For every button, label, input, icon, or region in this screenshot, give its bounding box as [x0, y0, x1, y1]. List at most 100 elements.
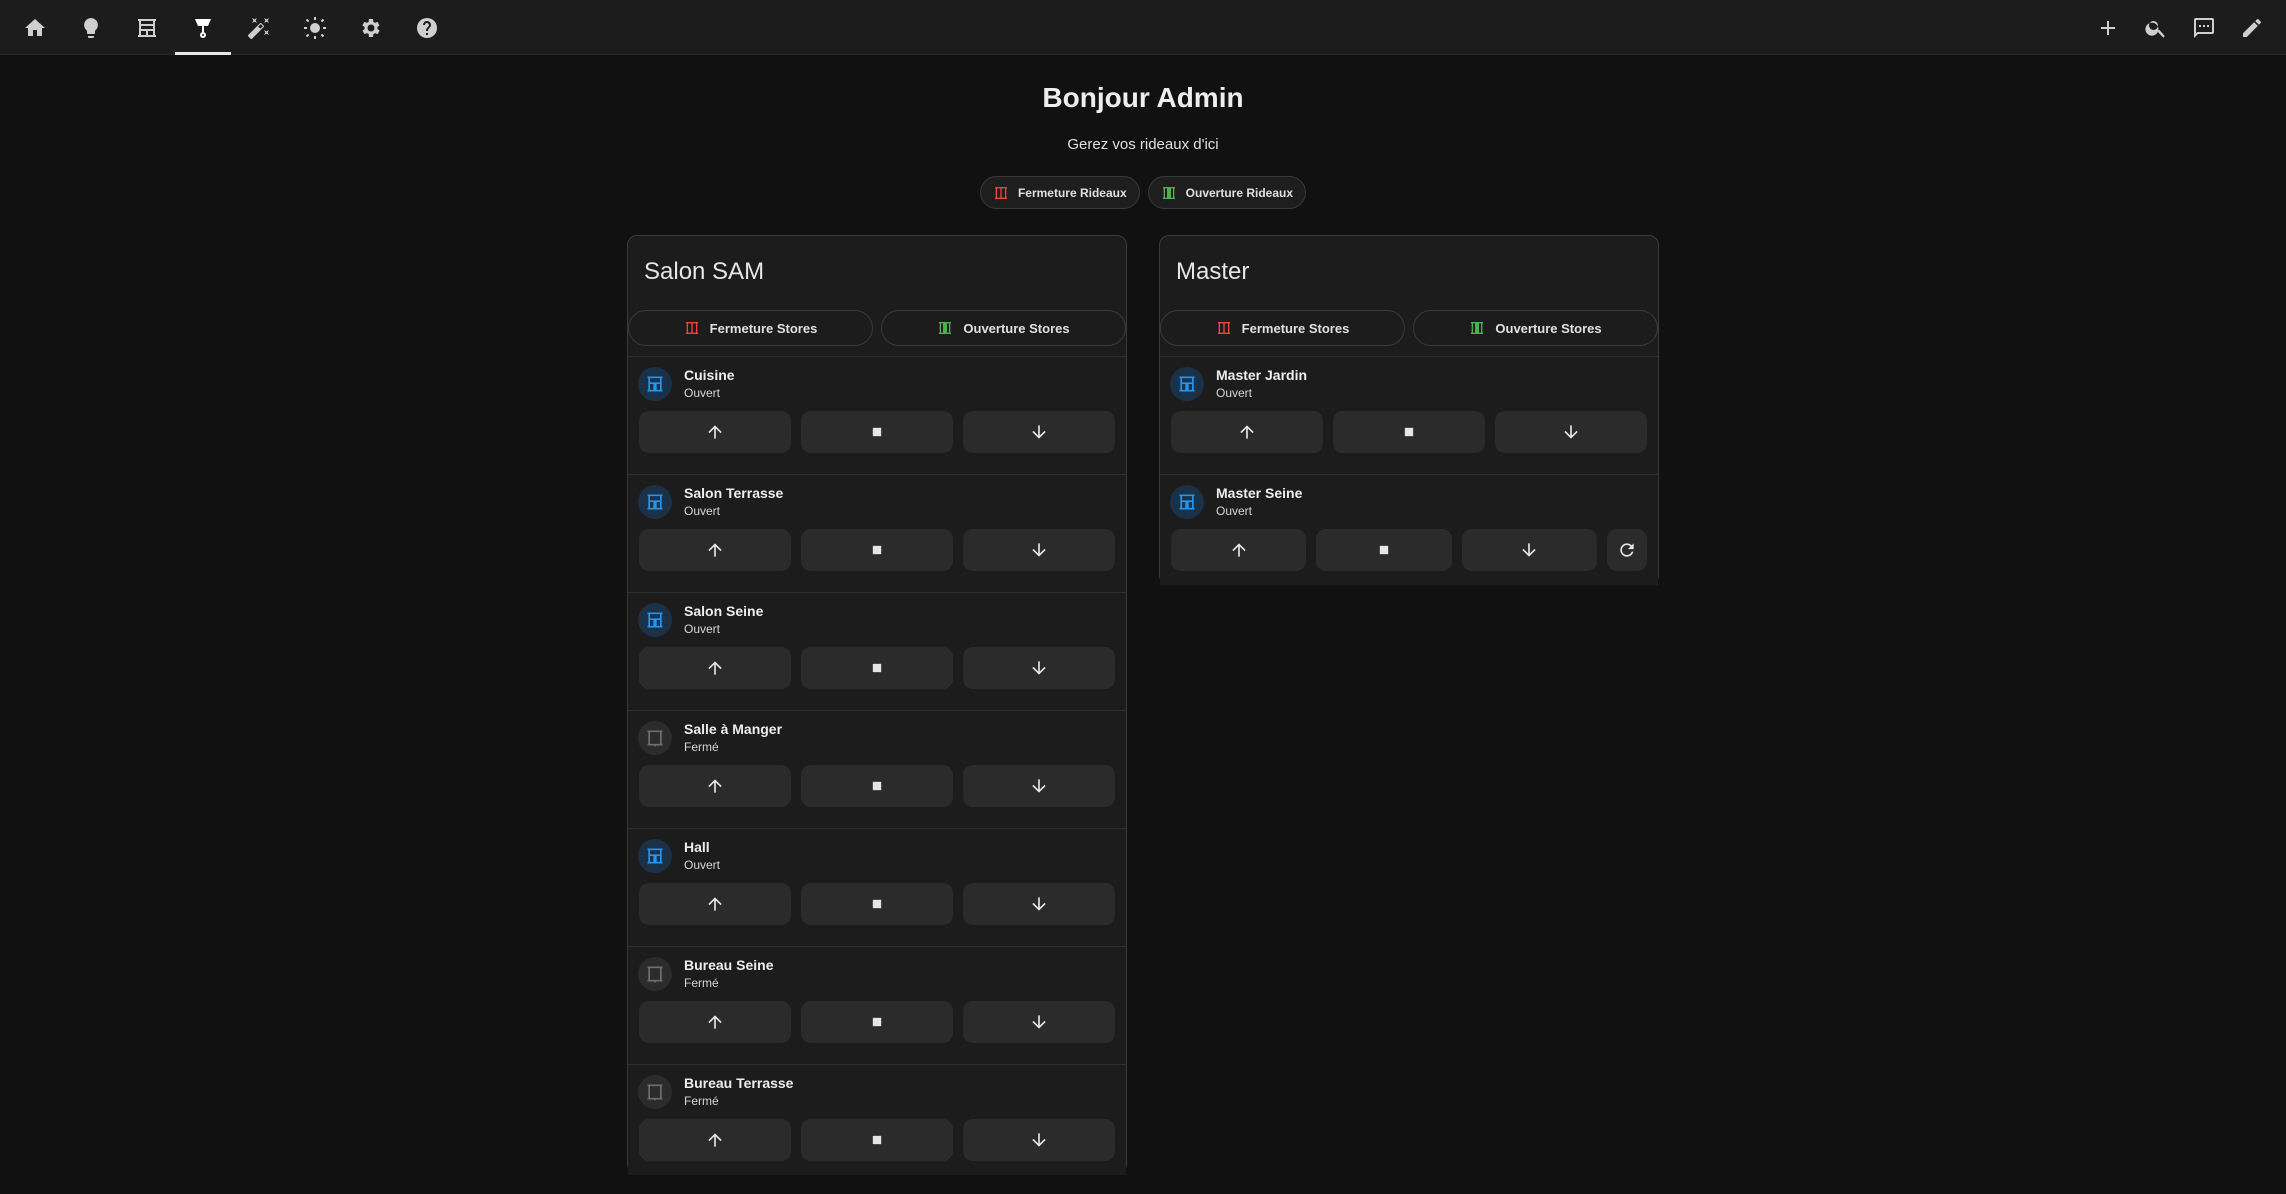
cover-name[interactable]: Cuisine	[684, 367, 735, 383]
open-stores-chip[interactable]: Ouverture Stores	[881, 310, 1126, 346]
cover-badge[interactable]	[638, 367, 672, 401]
toolbar-actions	[2084, 0, 2276, 55]
curtain-open-icon	[1162, 186, 1175, 199]
tab-scenes[interactable]	[231, 0, 287, 55]
cover-state: Ouvert	[1216, 386, 1253, 400]
cover-state: Ouvert	[1216, 504, 1253, 518]
open-cover-button[interactable]	[639, 1119, 791, 1161]
cover-name[interactable]: Bureau Terrasse	[684, 1075, 793, 1091]
card-title: Salon SAM	[644, 258, 765, 285]
cover-controls	[639, 883, 1115, 925]
top-toolbar	[0, 0, 2286, 55]
blind-closed-icon	[647, 966, 663, 983]
cover-name[interactable]: Master Seine	[1216, 485, 1302, 501]
blind-open-icon	[647, 612, 663, 628]
cover-name[interactable]: Salon Terrasse	[684, 485, 783, 501]
cover-row: Master Seine Ouvert	[1160, 474, 1658, 585]
magic-wand-icon	[248, 17, 269, 39]
search-button[interactable]	[2132, 0, 2180, 55]
cover-name[interactable]: Bureau Seine	[684, 957, 773, 973]
cover-name[interactable]: Master Jardin	[1216, 367, 1307, 383]
close-cover-button[interactable]	[963, 647, 1115, 689]
cover-name[interactable]: Hall	[684, 839, 710, 855]
refresh-cover-button[interactable]	[1606, 529, 1647, 571]
close-stores-chip[interactable]: Fermeture Stores	[1160, 310, 1405, 346]
search-icon	[2145, 20, 2165, 38]
card-salon-sam: Salon SAM Fermeture Stores Ouverture Sto…	[627, 235, 1127, 1175]
close-cover-button[interactable]	[1495, 411, 1647, 453]
add-button[interactable]	[2084, 0, 2132, 55]
stop-icon	[872, 663, 882, 673]
arrow-up-icon	[708, 425, 722, 439]
close-cover-button[interactable]	[963, 1119, 1115, 1161]
cover-name[interactable]: Salon Seine	[684, 603, 763, 619]
view-tabs	[0, 0, 455, 55]
stop-icon	[872, 899, 882, 909]
page-subtitle: Gerez vos rideaux d'ici	[1067, 136, 1219, 153]
tab-curtains[interactable]	[175, 0, 231, 55]
edit-dashboard-button[interactable]	[2228, 0, 2276, 55]
cover-badge[interactable]	[638, 721, 672, 755]
open-all-curtains-chip[interactable]: Ouverture Rideaux	[1147, 176, 1307, 209]
assist-button[interactable]	[2180, 0, 2228, 55]
close-cover-button[interactable]	[963, 1001, 1115, 1043]
open-cover-button[interactable]	[639, 765, 791, 807]
stop-cover-button[interactable]	[801, 883, 953, 925]
cover-row: Salon Terrasse Ouvert	[628, 474, 1126, 585]
page-title: Bonjour Admin	[1042, 82, 1244, 113]
gear-icon	[362, 18, 380, 37]
arrow-up-icon	[708, 1133, 722, 1147]
assist-icon	[2194, 17, 2214, 38]
open-cover-button[interactable]	[639, 647, 791, 689]
blinds-icon	[138, 18, 156, 37]
chip-label: Fermeture Rideaux	[1017, 185, 1127, 200]
cover-state: Ouvert	[684, 386, 721, 400]
stop-cover-button[interactable]	[1316, 529, 1452, 571]
stop-cover-button[interactable]	[801, 765, 953, 807]
open-cover-button[interactable]	[1171, 529, 1307, 571]
cover-badge[interactable]	[638, 1075, 672, 1109]
cover-state: Fermé	[684, 1094, 719, 1108]
close-stores-chip[interactable]: Fermeture Stores	[628, 310, 873, 346]
cover-badge[interactable]	[1170, 367, 1204, 401]
cover-badge[interactable]	[638, 839, 672, 873]
cover-row: Hall Ouvert	[628, 828, 1126, 939]
blind-open-icon	[1179, 494, 1195, 510]
stop-cover-button[interactable]	[1333, 411, 1485, 453]
cover-row: Bureau Seine Fermé	[628, 946, 1126, 1057]
stop-icon	[872, 545, 882, 555]
tab-help[interactable]	[399, 0, 455, 55]
close-cover-button[interactable]	[963, 411, 1115, 453]
tab-blinds[interactable]	[119, 0, 175, 55]
open-stores-chip[interactable]: Ouverture Stores	[1413, 310, 1658, 346]
close-cover-button[interactable]	[963, 529, 1115, 571]
open-cover-button[interactable]	[639, 529, 791, 571]
tab-settings[interactable]	[343, 0, 399, 55]
stop-cover-button[interactable]	[801, 1119, 953, 1161]
tab-home[interactable]	[7, 0, 63, 55]
close-cover-button[interactable]	[963, 883, 1115, 925]
curtain-closed-icon	[685, 322, 698, 334]
tab-weather[interactable]	[287, 0, 343, 55]
global-actions: Fermeture Rideaux Ouverture Rideaux	[0, 176, 2286, 209]
stop-cover-button[interactable]	[801, 529, 953, 571]
stop-cover-button[interactable]	[801, 647, 953, 689]
stop-cover-button[interactable]	[801, 411, 953, 453]
cover-badge[interactable]	[638, 603, 672, 637]
stop-cover-button[interactable]	[801, 1001, 953, 1043]
open-cover-button[interactable]	[639, 883, 791, 925]
cover-badge[interactable]	[638, 485, 672, 519]
cover-name[interactable]: Salle à Manger	[684, 721, 782, 737]
close-cover-button[interactable]	[1461, 529, 1597, 571]
pencil-icon	[2243, 18, 2261, 37]
cover-badge[interactable]	[638, 957, 672, 991]
close-cover-button[interactable]	[963, 765, 1115, 807]
curtain-closed-icon	[1217, 322, 1230, 334]
close-all-curtains-chip[interactable]: Fermeture Rideaux	[979, 176, 1140, 209]
tab-lights[interactable]	[63, 0, 119, 55]
cover-row: Salle à Manger Fermé	[628, 710, 1126, 821]
open-cover-button[interactable]	[639, 1001, 791, 1043]
open-cover-button[interactable]	[1171, 411, 1323, 453]
cover-badge[interactable]	[1170, 485, 1204, 519]
open-cover-button[interactable]	[639, 411, 791, 453]
